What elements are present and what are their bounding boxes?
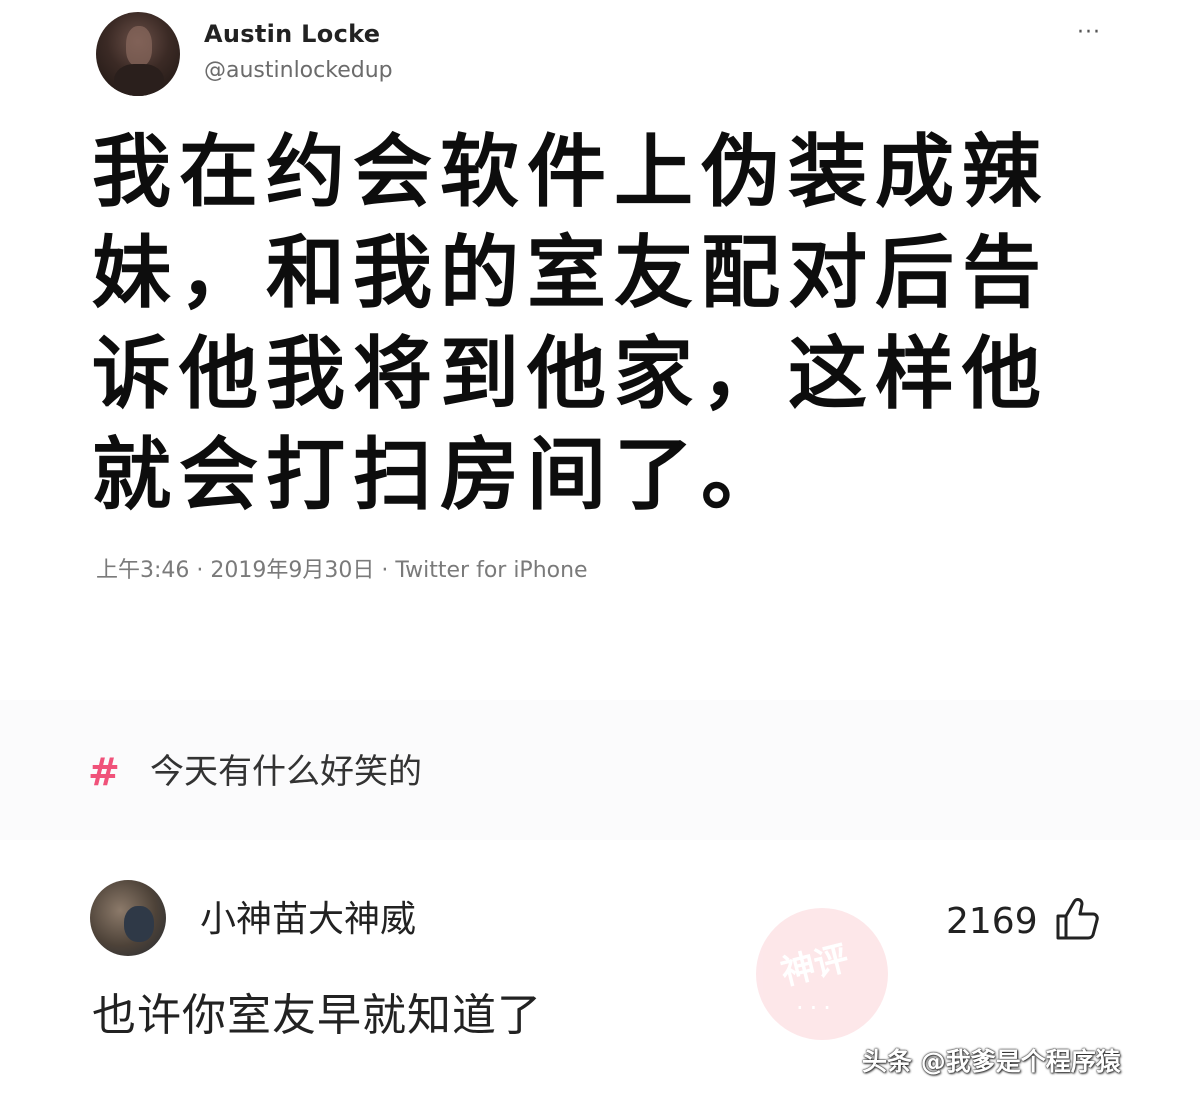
avatar-face-shape	[126, 26, 152, 66]
stamp-dots: ···	[796, 994, 837, 1022]
tweet-text: 我在约会软件上伪装成辣妹，和我的室友配对后告诉他我将到他家，这样他就会打扫房间了…	[92, 126, 1049, 521]
tweet-user-handle[interactable]: @austinlockedup	[204, 58, 393, 83]
commenter-name[interactable]: 小神苗大神威	[200, 898, 416, 942]
hashtag-icon: #	[88, 750, 120, 794]
commenter-avatar[interactable]	[90, 880, 166, 956]
thumbs-up-icon[interactable]	[1052, 894, 1102, 944]
god-comment-stamp: 神评 ···	[756, 908, 888, 1040]
comment-card: 小神苗大神威 神评 ··· 2169 也许你室友早就知道了 头条 @我爹是个程序…	[0, 840, 1200, 1100]
stamp-label: 神评	[777, 938, 853, 994]
like-count: 2169	[946, 901, 1038, 942]
avatar-body-shape	[114, 64, 164, 96]
topic-bar[interactable]: # 今天有什么好笑的	[0, 700, 1200, 840]
more-options-icon[interactable]: ···	[1072, 18, 1106, 48]
toutiao-watermark: 头条 @我爹是个程序猿	[862, 1047, 1121, 1076]
avatar-shape	[124, 906, 154, 942]
tweet-meta: 上午3:46 · 2019年9月30日 · Twitter for iPhone	[96, 558, 588, 583]
comment-text: 也许你室友早就知道了	[92, 990, 542, 1041]
topic-label[interactable]: 今天有什么好笑的	[150, 752, 422, 792]
tweet-card: Austin Locke @austinlockedup ··· 我在约会软件上…	[0, 0, 1200, 700]
tweet-user-name[interactable]: Austin Locke	[204, 20, 380, 48]
tweet-avatar[interactable]	[96, 12, 180, 96]
